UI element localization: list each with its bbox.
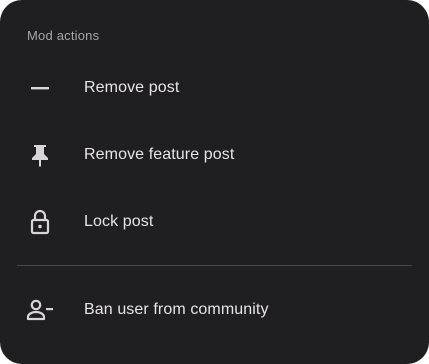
ban-user-label: Ban user from community [84, 301, 269, 318]
lock-post-label: Lock post [84, 213, 154, 230]
remove-post-label: Remove post [84, 79, 180, 96]
pin-icon [26, 141, 54, 169]
minus-icon [26, 74, 54, 102]
section-title: Mod actions [27, 28, 100, 43]
mod-actions-sheet: Mod actions Remove post Remove feature p… [0, 0, 429, 364]
lock-post-item[interactable]: Lock post [0, 194, 429, 250]
remove-feature-post-item[interactable]: Remove feature post [0, 127, 429, 183]
ban-user-icon [26, 296, 54, 324]
remove-feature-post-label: Remove feature post [84, 146, 235, 163]
remove-post-item[interactable]: Remove post [0, 60, 429, 116]
ban-user-item[interactable]: Ban user from community [0, 282, 429, 338]
lock-icon [26, 208, 54, 236]
divider [17, 265, 412, 266]
